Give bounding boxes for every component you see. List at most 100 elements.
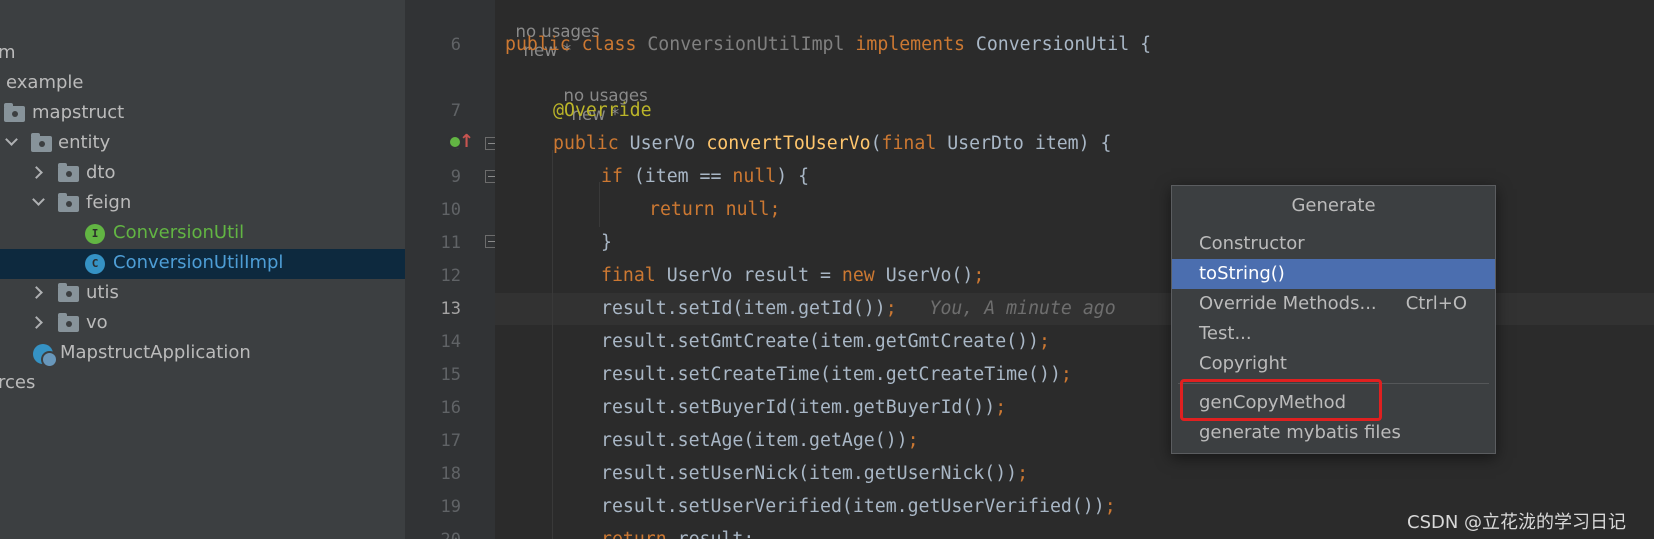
keyword: final [881, 133, 937, 154]
tree-item-label: rces [0, 372, 36, 393]
code-line-20: return result; [601, 524, 754, 539]
semicolon: ; [1060, 364, 1072, 385]
spring-app-icon [33, 344, 58, 368]
statement: result.setCreateTime(item.getCreateTime(… [601, 364, 1061, 385]
line-number: 17 [440, 431, 461, 451]
code-line-13: result.setId(item.getId()); You, A minut… [601, 293, 1116, 325]
interface-name: ConversionUtil [975, 34, 1130, 55]
folder-icon [58, 193, 79, 212]
tree-item-label: mapstruct [32, 102, 125, 123]
tree-item-label: MapstructApplication [60, 342, 251, 363]
tree-item-example[interactable]: example [0, 69, 405, 99]
keyword: public [553, 133, 619, 154]
tree-item-entity[interactable]: entity [0, 129, 405, 159]
line-number: 7 [450, 101, 461, 121]
watermark: CSDN @立花泷的学习日记 [1407, 512, 1627, 533]
statement: result; [678, 529, 755, 539]
statement: result.setBuyerId(item.getBuyerId()) [601, 397, 996, 418]
keyword: new [841, 265, 875, 286]
tree-item-mapstruct[interactable]: mapstruct [0, 99, 405, 129]
menu-item-copyright[interactable]: Copyright [1172, 349, 1495, 379]
semicolon: ; [973, 265, 985, 286]
popup-title: Generate [1291, 195, 1376, 216]
menu-item-generate-mybatis-files[interactable]: generate mybatis files [1172, 418, 1495, 448]
keyword: if [601, 166, 623, 187]
keyword: final [601, 265, 656, 286]
menu-item-label: Test... [1199, 323, 1252, 344]
highlight-annotation-box [1180, 379, 1382, 421]
menu-item-tostring[interactable]: toString() [1172, 259, 1495, 289]
menu-item-test[interactable]: Test... [1172, 319, 1495, 349]
chevron-right-icon[interactable] [30, 166, 43, 179]
semicolon: ; [907, 430, 919, 451]
menu-item-shortcut: Ctrl+O [1405, 293, 1467, 314]
tree-item-module[interactable]: m [0, 39, 405, 69]
constructor-call: UserVo() [885, 265, 974, 286]
menu-item-label: Override Methods... [1199, 293, 1377, 314]
code-line-12: final UserVo result = new UserVo(); [601, 260, 984, 292]
type-name: UserVo [629, 133, 696, 154]
tree-item-label: entity [58, 132, 111, 153]
folder-icon [31, 133, 52, 152]
tree-item-label: dto [86, 162, 116, 183]
chevron-down-icon[interactable] [32, 193, 45, 206]
tree-item-label: ConversionUtil [113, 222, 245, 243]
tree-item-dto[interactable]: dto [0, 159, 405, 189]
statement: result.setId(item.getId()) [601, 298, 886, 319]
line-number: 14 [440, 332, 461, 352]
line-number: 12 [440, 266, 461, 286]
keyword: return [601, 529, 667, 539]
code-line-9: if (item == null) { [601, 161, 809, 193]
line-number: 10 [440, 200, 461, 220]
menu-item-constructor[interactable]: Constructor [1172, 229, 1495, 259]
code-line-18: result.setUserNick(item.getUserNick()); [601, 458, 1028, 490]
tree-item-conversionutil[interactable]: I ConversionUtil [0, 219, 405, 249]
tree-item-feign[interactable]: feign [0, 189, 405, 219]
line-number: 19 [440, 497, 461, 517]
menu-item-label: Constructor [1199, 233, 1305, 254]
paren: ( [870, 133, 882, 154]
keyword: null [725, 199, 770, 220]
tree-item-utis[interactable]: utis [0, 279, 405, 309]
semicolon: ; [769, 199, 781, 220]
keyword: implements [855, 34, 965, 55]
chevron-right-icon[interactable] [30, 286, 43, 299]
semicolon: ; [1104, 496, 1116, 517]
chevron-down-icon[interactable] [5, 133, 18, 146]
project-tree: m example mapstruct entity dto feign I C… [0, 0, 405, 539]
tree-item-label: feign [86, 192, 132, 213]
menu-item-override-methods[interactable]: Override Methods... Ctrl+O [1172, 289, 1495, 319]
chevron-right-icon[interactable] [30, 316, 43, 329]
class-name: ConversionUtilImpl [647, 34, 845, 55]
override-arrow-icon[interactable]: ↑ [459, 131, 474, 152]
semicolon: ; [1017, 463, 1029, 484]
keyword: public [505, 34, 571, 55]
menu-item-label: generate mybatis files [1199, 422, 1401, 443]
method-name: convertToUserVo [706, 133, 871, 154]
code-line-6: public class ConversionUtilImpl implemen… [505, 29, 1151, 61]
tree-item-label: vo [86, 312, 108, 333]
params: UserDto item) { [947, 133, 1112, 154]
keyword: return [649, 199, 715, 220]
tree-item-resources[interactable]: rces [0, 369, 405, 399]
keyword: class [581, 34, 637, 55]
code-line-8: public UserVo convertToUserVo(final User… [553, 128, 1111, 160]
line-number: 18 [440, 464, 461, 484]
line-number: 9 [450, 167, 461, 187]
code-line-17: result.setAge(item.getAge()); [601, 425, 919, 457]
code-line-19: result.setUserVerified(item.getUserVerif… [601, 491, 1116, 523]
tree-item-mapstructapplication[interactable]: MapstructApplication [0, 339, 405, 369]
tree-item-vo[interactable]: vo [0, 309, 405, 339]
statement: result.setUserVerified(item.getUserVerif… [601, 496, 1105, 517]
condition: (item == [633, 166, 722, 187]
folder-icon [4, 103, 25, 122]
line-number-gutter: 6 7 8 9 10 11 12 13 14 15 16 17 18 19 20 [405, 0, 495, 539]
tree-item-label: ConversionUtilImpl [113, 252, 284, 273]
tree-item-label: m [0, 42, 16, 63]
brace: ) { [776, 166, 810, 187]
code-line-7: @Override [553, 100, 652, 121]
line-number: 6 [450, 35, 461, 55]
line-number: 13 [440, 299, 461, 319]
line-number: 11 [440, 233, 461, 253]
tree-item-conversionutilimpl[interactable]: C ConversionUtilImpl [0, 249, 405, 279]
